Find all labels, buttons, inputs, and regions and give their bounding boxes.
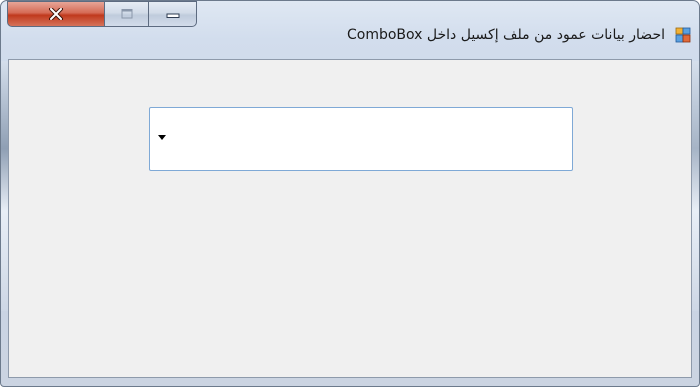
minimize-button[interactable] — [149, 1, 197, 27]
column-data-combobox[interactable] — [149, 107, 573, 171]
app-window: احضار بيانات عمود من ملف إكسيل داخل Comb… — [0, 0, 700, 387]
close-icon — [49, 8, 63, 20]
restore-icon — [121, 9, 132, 19]
form-icon — [675, 27, 691, 43]
form-client-area — [8, 59, 692, 378]
caption-buttons — [7, 1, 197, 27]
maximize-button[interactable] — [105, 1, 149, 27]
dropdown-arrow-icon[interactable] — [158, 135, 166, 140]
window-title: احضار بيانات عمود من ملف إكسيل داخل Comb… — [346, 27, 665, 43]
minimize-icon — [166, 13, 179, 18]
close-button[interactable] — [7, 1, 105, 27]
title-bar[interactable]: احضار بيانات عمود من ملف إكسيل داخل Comb… — [1, 1, 699, 51]
